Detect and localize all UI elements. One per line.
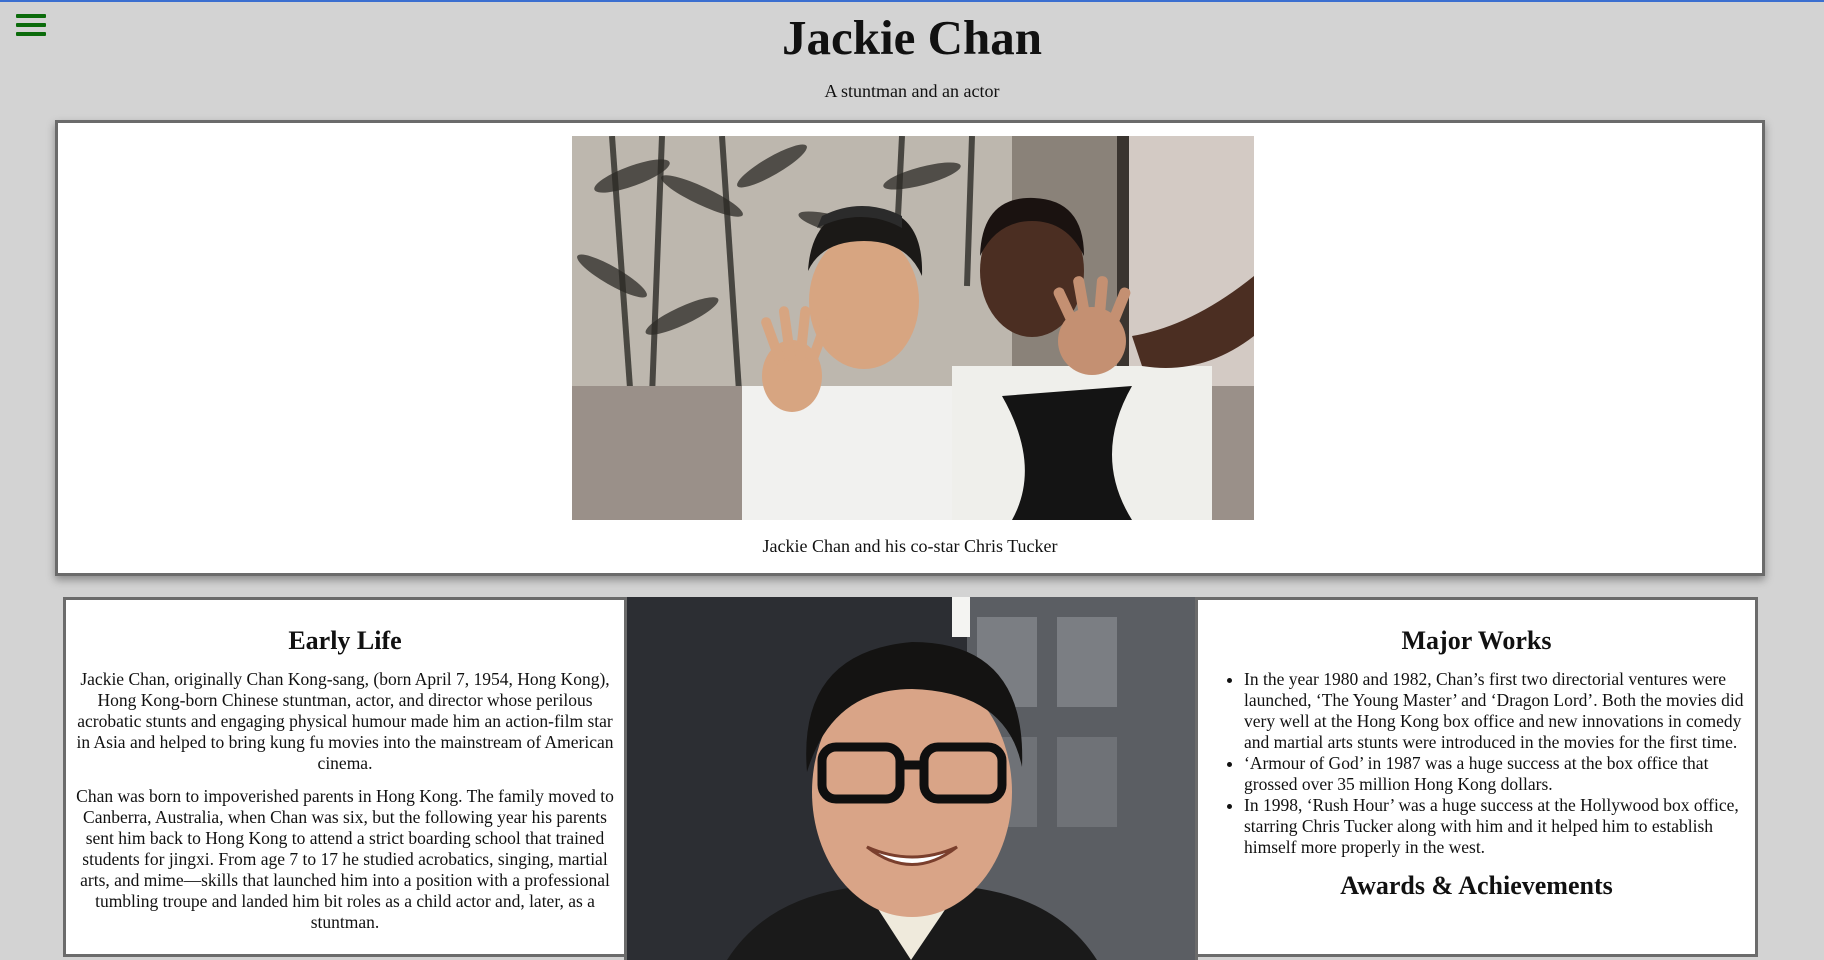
early-life-paragraph: Chan was born to impoverished parents in… [76,786,614,932]
hero-photo-illustration [572,136,1254,520]
major-works-heading: Major Works [1401,626,1552,655]
hero-caption: Jackie Chan and his co-star Chris Tucker [762,536,1058,556]
list-item: ‘Armour of God’ in 1987 was a huge succe… [1244,753,1751,795]
list-item: In 1998, ‘Rush Hour’ was a huge success … [1244,795,1751,858]
hero-photo [572,136,1254,520]
early-life-paragraph: Jackie Chan, originally Chan Kong-sang, … [76,669,614,773]
early-life-section: Early Life Jackie Chan, originally Chan … [66,600,627,960]
portrait-photo-illustration [627,597,1195,960]
page-subtitle: A stuntman and an actor [824,81,1000,101]
portrait-photo [627,597,1195,960]
list-item: In the year 1980 and 1982, Chan’s first … [1244,669,1751,753]
major-works-list: In the year 1980 and 1982, Chan’s first … [1202,669,1751,858]
content-columns: Early Life Jackie Chan, originally Chan … [63,597,1758,960]
awards-heading: Awards & Achievements [1340,871,1613,900]
early-life-heading: Early Life [288,626,402,655]
page-title: Jackie Chan [781,10,1042,65]
hero-card: Jackie Chan and his co-star Chris Tucker [55,120,1765,576]
top-accent-line [0,0,1824,2]
major-works-section: Major Works In the year 1980 and 1982, C… [1195,600,1755,960]
